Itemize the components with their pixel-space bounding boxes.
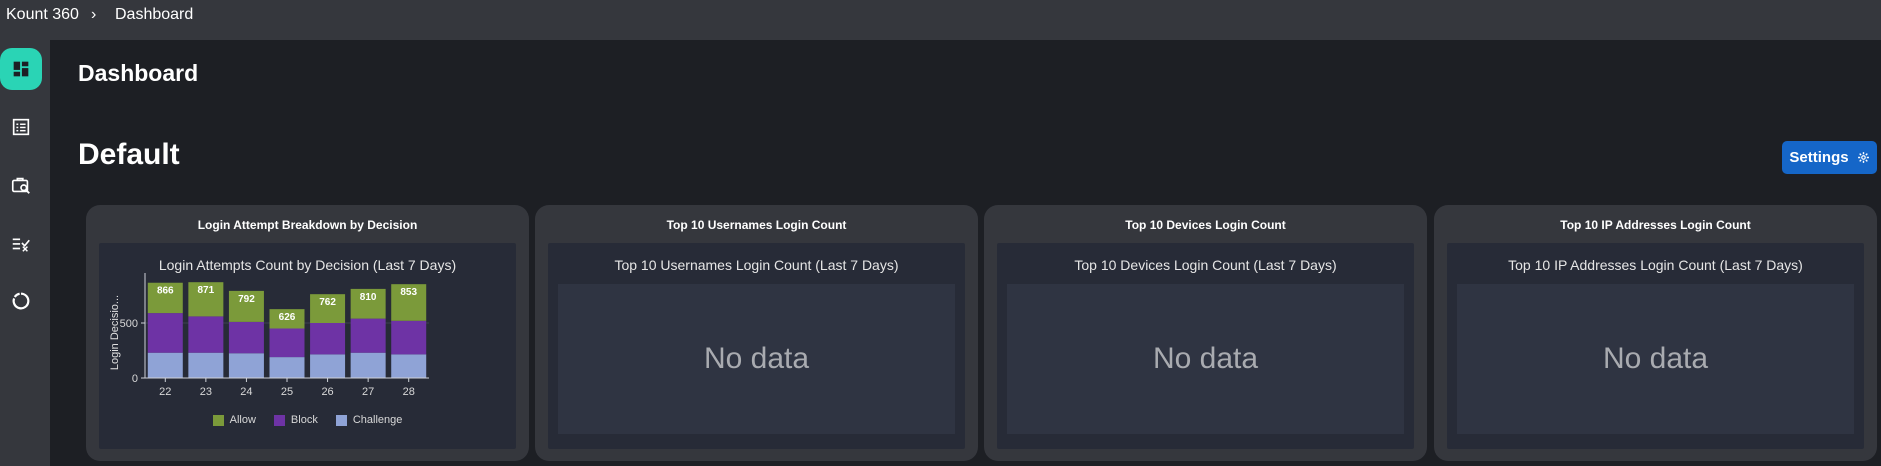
chart-panel: Login Attempts Count by Decision (Last 7…	[99, 243, 516, 449]
sidebar-item-list[interactable]	[0, 106, 42, 148]
x-tick-label: 27	[362, 386, 374, 398]
breadcrumb-separator-icon: ›	[91, 6, 97, 23]
briefcase-search-icon	[11, 177, 30, 194]
chart-panel: Top 10 IP Addresses Login Count (Last 7 …	[1447, 243, 1864, 449]
sidebar-item-reports[interactable]	[0, 280, 42, 322]
bar-total-label: 810	[360, 292, 377, 303]
sidebar	[0, 40, 50, 466]
x-tick-label: 25	[281, 386, 293, 398]
chart-legend: Allow Block Challenge	[99, 414, 516, 426]
bar-segment-block[interactable]	[269, 328, 305, 358]
bar-segment-block[interactable]	[188, 316, 224, 353]
chart-title: Top 10 IP Addresses Login Count (Last 7 …	[1508, 257, 1803, 273]
bar-total-label: 626	[279, 312, 296, 323]
chart-title: Top 10 Usernames Login Count (Last 7 Day…	[614, 257, 899, 273]
bar-segment-block[interactable]	[147, 313, 183, 353]
card-title: Top 10 IP Addresses Login Count	[1560, 218, 1751, 232]
bar-total-label: 853	[400, 287, 417, 298]
card-title: Login Attempt Breakdown by Decision	[197, 218, 418, 232]
breadcrumb-app[interactable]: Kount 360	[6, 6, 79, 24]
sidebar-item-investigate[interactable]	[0, 164, 42, 206]
card-login-decision: Login Attempt Breakdown by Decision Logi…	[86, 205, 529, 461]
x-tick-label: 28	[403, 386, 415, 398]
settings-label: Settings	[1789, 149, 1849, 166]
no-data-message: No data	[1457, 284, 1854, 434]
top-bar: Kount 360 › Dashboard	[0, 0, 1881, 40]
bar-total-label: 792	[238, 294, 255, 305]
breadcrumb-page: Dashboard	[115, 6, 194, 23]
y-tick-label: 500	[120, 318, 138, 330]
bar-segment-challenge[interactable]	[188, 352, 224, 378]
bar-segment-block[interactable]	[391, 320, 427, 355]
legend-swatch-challenge	[335, 414, 347, 426]
dashboard-name: Default	[78, 138, 180, 171]
settings-button[interactable]: Settings	[1782, 141, 1877, 174]
chart-panel: Top 10 Usernames Login Count (Last 7 Day…	[548, 243, 965, 449]
gear-icon	[1857, 152, 1869, 163]
no-data-message: No data	[558, 284, 955, 434]
card-top-devices: Top 10 Devices Login Count Top 10 Device…	[984, 205, 1427, 461]
chart-panel: Top 10 Devices Login Count (Last 7 Days)…	[997, 243, 1414, 449]
card-title: Top 10 Usernames Login Count	[666, 218, 847, 232]
sidebar-item-rules[interactable]	[0, 222, 42, 264]
chart-title: Top 10 Devices Login Count (Last 7 Days)	[1074, 257, 1337, 273]
x-tick-label: 22	[159, 386, 171, 398]
legend-swatch-block	[273, 414, 285, 426]
bar-segment-challenge[interactable]	[269, 357, 305, 378]
legend-swatch-allow	[212, 414, 224, 426]
page-title: Dashboard	[78, 60, 199, 86]
bar-segment-challenge[interactable]	[350, 352, 386, 378]
card-top-ip-addresses: Top 10 IP Addresses Login Count Top 10 I…	[1434, 205, 1877, 461]
y-tick-label: 0	[132, 373, 138, 385]
legend-item-block[interactable]: Block	[273, 414, 318, 426]
bar-segment-block[interactable]	[228, 321, 264, 354]
legend-label-allow: Allow	[229, 414, 256, 426]
dashboard-icon	[13, 61, 29, 77]
donut-chart-icon	[12, 292, 30, 310]
bar-segment-block[interactable]	[310, 323, 346, 355]
checklist-icon	[12, 238, 30, 252]
list-icon	[12, 118, 30, 136]
sidebar-item-dashboard[interactable]	[0, 48, 42, 90]
no-data-message: No data	[1007, 284, 1404, 434]
bar-total-label: 762	[319, 297, 336, 308]
legend-item-challenge[interactable]: Challenge	[335, 414, 403, 426]
bar-segment-block[interactable]	[350, 318, 386, 353]
card-top-usernames: Top 10 Usernames Login Count Top 10 User…	[535, 205, 978, 461]
legend-label-block: Block	[290, 414, 318, 426]
x-tick-label: 23	[200, 386, 212, 398]
x-tick-label: 24	[240, 386, 252, 398]
x-tick-label: 26	[321, 386, 333, 398]
bar-segment-challenge[interactable]	[391, 354, 427, 378]
legend-item-allow[interactable]: Allow	[212, 414, 256, 426]
bar-segment-challenge[interactable]	[228, 353, 264, 378]
legend-label-challenge: Challenge	[352, 414, 403, 426]
bar-total-label: 866	[157, 286, 174, 297]
y-axis-label: Login Decisio...	[109, 295, 121, 370]
card-title: Top 10 Devices Login Count	[1125, 218, 1286, 232]
bar-segment-challenge[interactable]	[147, 352, 183, 378]
bar-total-label: 871	[198, 285, 215, 296]
bar-segment-challenge[interactable]	[310, 354, 346, 378]
